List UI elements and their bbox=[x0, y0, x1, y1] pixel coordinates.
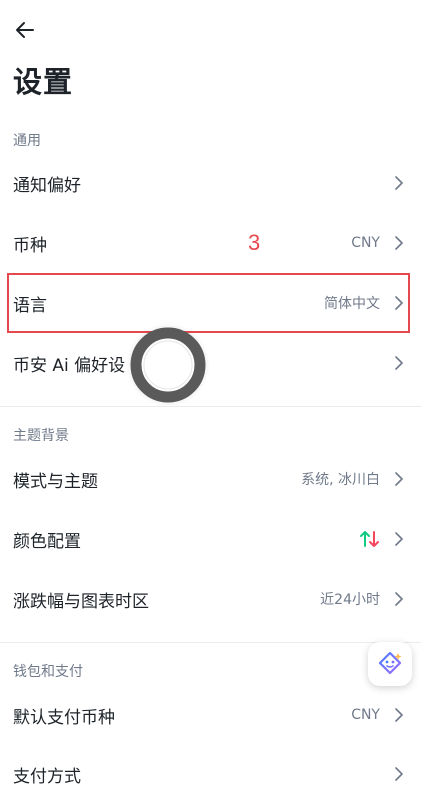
row-label: 模式与主题 bbox=[13, 471, 98, 492]
section-title-wallet: 钱包和支付 bbox=[13, 664, 83, 680]
back-button[interactable] bbox=[12, 17, 38, 43]
arrow-left-icon bbox=[16, 22, 34, 38]
chevron-right-icon bbox=[392, 236, 406, 250]
section-divider bbox=[0, 642, 421, 643]
chevron-right-icon bbox=[392, 296, 406, 310]
row-label: 颜色配置 bbox=[13, 531, 81, 552]
section-divider bbox=[0, 406, 421, 407]
chevron-right-icon bbox=[392, 356, 406, 370]
chevron-right-icon bbox=[392, 767, 406, 781]
row-value: 简体中文 bbox=[324, 296, 380, 312]
row-label: 语言 bbox=[13, 295, 47, 316]
row-label: 币种 bbox=[13, 235, 47, 256]
settings-row-mode-theme[interactable]: 模式与主题 系统, 冰川白 bbox=[0, 449, 421, 509]
up-down-arrows-icon bbox=[359, 529, 381, 553]
settings-row-payment-methods[interactable]: 支付方式 bbox=[0, 744, 421, 804]
chevron-right-icon bbox=[392, 532, 406, 546]
chevron-right-icon bbox=[392, 592, 406, 606]
settings-row-default-payment-currency[interactable]: 默认支付币种 CNY bbox=[0, 685, 421, 745]
settings-row-ai-preferences[interactable]: 币安 Ai 偏好设 bbox=[0, 333, 421, 393]
section-title-theme: 主题背景 bbox=[13, 428, 69, 444]
ai-assistant-button[interactable] bbox=[368, 642, 412, 686]
section-title-general: 通用 bbox=[13, 133, 41, 149]
ai-sparkle-icon bbox=[378, 651, 402, 675]
settings-row-currency[interactable]: 币种 CNY bbox=[0, 213, 421, 273]
chevron-right-icon bbox=[392, 176, 406, 190]
settings-row-color-config[interactable]: 颜色配置 bbox=[0, 509, 421, 569]
settings-row-change-chart-timezone[interactable]: 涨跌幅与图表时区 近24小时 bbox=[0, 569, 421, 629]
row-label: 通知偏好 bbox=[13, 175, 81, 196]
row-label: 涨跌幅与图表时区 bbox=[13, 591, 149, 612]
row-value: CNY bbox=[351, 707, 380, 723]
row-value: 近24小时 bbox=[320, 592, 380, 608]
settings-row-notification-preferences[interactable]: 通知偏好 bbox=[0, 153, 421, 213]
page-title: 设置 bbox=[13, 65, 74, 99]
row-value: CNY bbox=[351, 235, 380, 251]
row-label: 默认支付币种 bbox=[13, 707, 115, 728]
chevron-right-icon bbox=[392, 708, 406, 722]
settings-row-language[interactable]: 语言 简体中文 bbox=[0, 273, 421, 333]
chevron-right-icon bbox=[392, 472, 406, 486]
row-label: 币安 Ai 偏好设 bbox=[13, 355, 126, 376]
annotation-step-number: 3 bbox=[248, 230, 261, 255]
row-value: 系统, 冰川白 bbox=[301, 472, 380, 488]
